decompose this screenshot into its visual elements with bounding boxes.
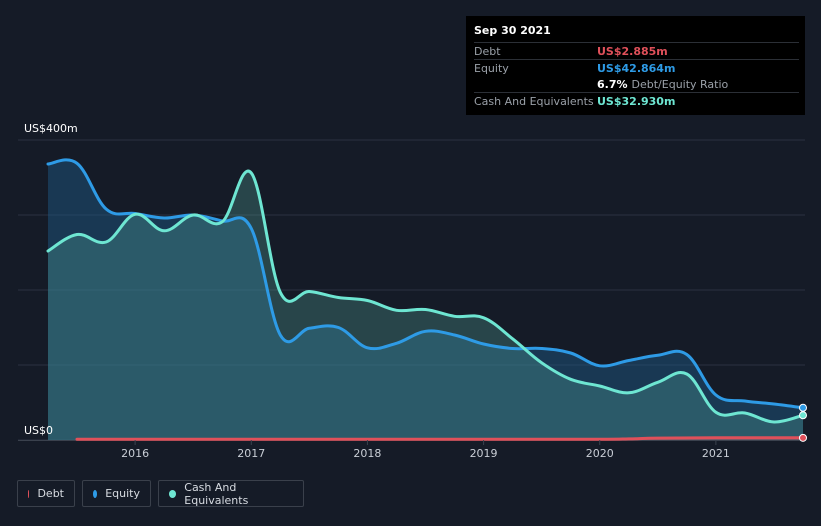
y-tick-label: US$400m: [24, 122, 78, 135]
tooltip-equity-row: Equity US$42.864m: [474, 59, 799, 76]
end-marker-debt: [799, 433, 807, 442]
end-marker-cash-and-equivalents: [799, 411, 807, 420]
y-tick-label: US$0: [24, 424, 53, 437]
legend-debt-label: Debt: [37, 487, 64, 500]
legend-equity-label: Equity: [105, 487, 140, 500]
tooltip-ratio-value: 6.7%: [597, 77, 628, 91]
tooltip: Sep 30 2021 Debt US$2.885m Equity US$42.…: [466, 16, 805, 115]
series-areas: [48, 159, 803, 441]
tooltip-equity-label: Equity: [474, 61, 509, 75]
end-marker-equity: [799, 403, 807, 412]
tooltip-ratio-label: Debt/Equity Ratio: [631, 77, 729, 91]
tooltip-cash-value: US$32.930m: [597, 94, 676, 108]
x-tick-label: 2019: [470, 447, 498, 460]
tooltip-debt-label: Debt: [474, 44, 501, 58]
legend-item-cash[interactable]: Cash And Equivalents: [158, 480, 304, 507]
tooltip-debt-row: Debt US$2.885m: [474, 42, 799, 59]
legend-item-equity[interactable]: Equity: [82, 480, 151, 507]
x-tick-label: 2018: [353, 447, 381, 460]
tooltip-debt-value: US$2.885m: [597, 44, 668, 58]
legend-cash-label: Cash And Equivalents: [184, 480, 249, 507]
legend-debt-dot: [28, 489, 30, 498]
legend-item-debt[interactable]: Debt: [17, 480, 75, 507]
tooltip-equity-value: US$42.864m: [597, 61, 676, 75]
x-tick-label: 2017: [237, 447, 265, 460]
x-tick-label: 2021: [702, 447, 730, 460]
x-tick-label: 2016: [121, 447, 149, 460]
tooltip-date: Sep 30 2021: [474, 24, 551, 37]
x-tick-label: 2020: [586, 447, 614, 460]
line-debt: [75, 436, 805, 441]
tooltip-ratio-row: 6.7% Debt/Equity Ratio: [474, 76, 799, 92]
tooltip-cash-label: Cash And Equivalents: [474, 94, 594, 108]
legend-equity-dot: [93, 489, 98, 498]
tooltip-cash-row: Cash And Equivalents US$32.930m: [474, 92, 799, 109]
area-cash-and-equivalents: [48, 171, 803, 441]
legend-cash-dot: [169, 489, 177, 498]
